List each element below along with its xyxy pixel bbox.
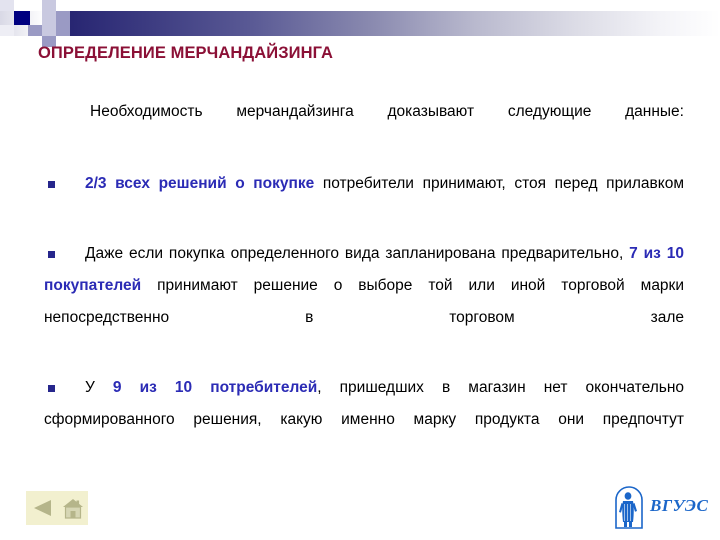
slide-navigation: [26, 491, 88, 525]
back-triangle-icon: [33, 500, 51, 516]
list-item: У 9 из 10 потребителей, пришедших в мага…: [44, 372, 684, 468]
bullet-text-1: 2/3 всех решений о покупке потребители п…: [44, 168, 684, 232]
logo-wordmark: ВГУЭС: [650, 496, 709, 515]
list-item: Даже если покупка определенного вида зап…: [44, 238, 684, 366]
square-bullet-icon: [48, 385, 55, 392]
decor-square-6: [42, 11, 56, 25]
decor-square-8: [28, 25, 42, 36]
back-button[interactable]: [31, 498, 53, 518]
decor-square-navy: [14, 11, 30, 25]
bullet-text-2: Даже если покупка определенного вида зап…: [44, 238, 684, 366]
lead-paragraph: Необходимость мерчандайзинга доказывают …: [90, 103, 684, 120]
decor-square-2: [14, 0, 28, 11]
decor-square-1: [0, 0, 14, 11]
home-icon: [62, 498, 83, 519]
home-button[interactable]: [62, 498, 84, 519]
slide-body: Необходимость мерчандайзинга доказывают …: [44, 96, 684, 474]
highlight-stat-1: 2/3 всех решений о покупке: [85, 175, 315, 192]
decor-square-5: [56, 0, 70, 11]
square-bullet-icon: [48, 181, 55, 188]
decor-square-7: [56, 11, 70, 25]
list-item: 2/3 всех решений о покупке потребители п…: [44, 168, 684, 232]
page-title: ОПРЕДЕЛЕНИЕ МЕРЧАНДАЙЗИНГА: [38, 44, 334, 62]
slide-canvas: ОПРЕДЕЛЕНИЕ МЕРЧАНДАЙЗИНГА Необходимость…: [0, 0, 720, 540]
bullet-text-1-rest: потребители принимают, стоя перед прилав…: [314, 175, 684, 192]
decor-square-12: [0, 25, 14, 36]
bullet-text-3: У 9 из 10 потребителей, пришедших в мага…: [44, 372, 684, 468]
organization-logo: ВГУЭС: [612, 484, 708, 532]
bullet-text-3-pre: У: [85, 379, 113, 396]
bullet-text-2-pre: Даже если покупка определенного вида зап…: [85, 245, 630, 262]
highlight-stat-3: 9 из 10 потребителей: [112, 379, 318, 396]
header-gradient-band: [0, 11, 720, 36]
decor-square-9: [42, 25, 56, 36]
square-bullet-icon: [48, 251, 55, 258]
decor-square-10: [56, 25, 70, 36]
decor-square-3: [28, 0, 42, 11]
decor-square-4: [42, 0, 56, 11]
logo-emblem-icon: [615, 486, 643, 529]
